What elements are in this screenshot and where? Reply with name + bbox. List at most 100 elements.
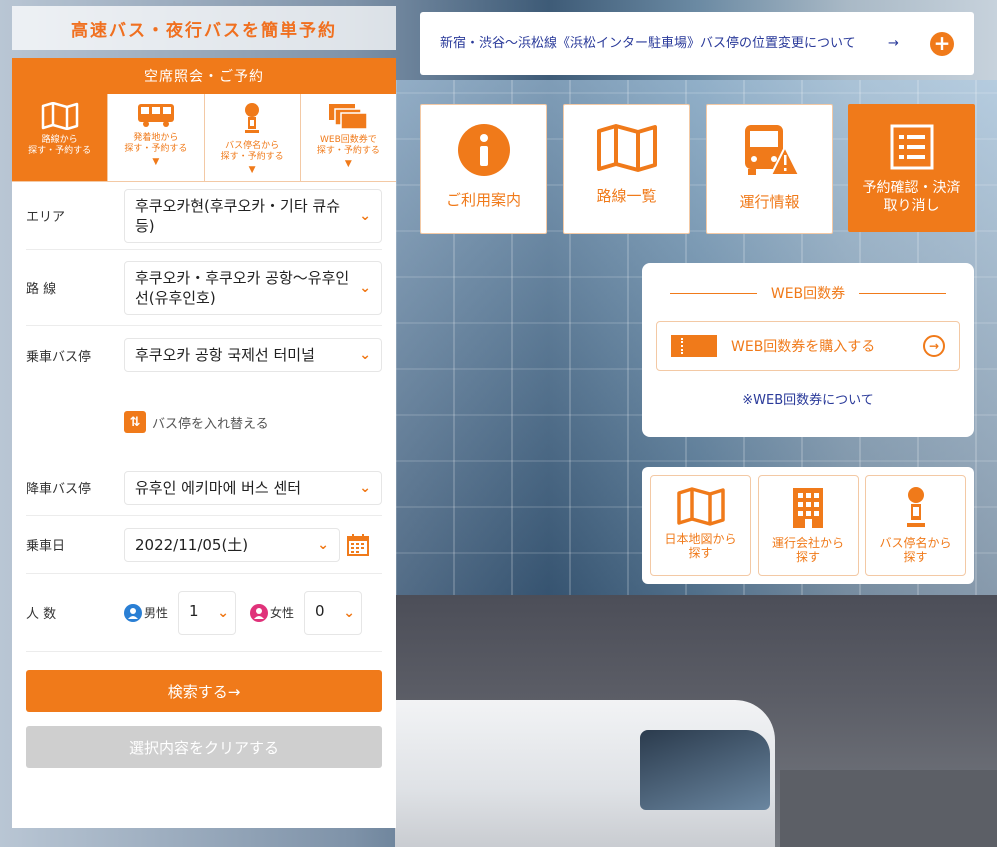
notice-text[interactable]: 新宿・渋谷～浜松線《浜松インター駐車場》バス停の位置変更について	[440, 35, 880, 52]
area-select[interactable]: 후쿠오카현(후쿠오카・기타 큐슈 등) ⌄	[124, 188, 382, 243]
background-road	[780, 770, 997, 847]
chevron-down-icon: ⌄	[359, 479, 371, 496]
alighting-value: 유후인 에키마에 버스 센터	[135, 478, 302, 497]
brand-banner: 高速バス・夜行バスを簡単予約	[12, 6, 396, 50]
map-icon	[676, 487, 725, 526]
tile-japan-map[interactable]: 日本地図から 探す	[650, 475, 751, 576]
web-coupon-title: WEB回数券	[656, 283, 960, 303]
swap-icon: ⇅	[124, 411, 146, 433]
route-row: 路 線 후쿠오카・후쿠오카 공항～유후인선(유후인호) ⌄	[26, 250, 382, 326]
info-icon	[457, 124, 510, 176]
ticket-icon	[671, 335, 717, 357]
search-panel: 空席照会・ご予約 路線から 探す・予約する 発着地から 探す・予約する ▼ バス…	[12, 58, 396, 828]
route-list-button[interactable]: 路線一覧	[563, 104, 690, 234]
tile-bus-stop[interactable]: バス停名から 探す	[865, 475, 966, 576]
circle-arrow-right-icon: →	[923, 335, 945, 357]
alighting-label: 降車バス停	[26, 482, 92, 497]
date-row: 乗車日 2022/11/05(土) ⌄	[26, 516, 382, 574]
reservation-check-label: 予約確認・決済 取り消し	[862, 180, 961, 214]
divider	[859, 292, 947, 294]
tab-route-label: 路線から 探す・予約する	[28, 135, 92, 156]
tab-web-coupon[interactable]: WEB回数券で 探す・予約する ▼	[301, 94, 396, 181]
guide-label: ご利用案内	[445, 191, 521, 209]
female-count-select[interactable]: 0 ⌄	[304, 590, 363, 635]
route-value: 후쿠오카・후쿠오카 공항～유후인선(유후인호)	[135, 268, 350, 307]
chevron-down-icon: ⌄	[359, 345, 371, 365]
guide-button[interactable]: ご利用案内	[420, 104, 547, 234]
tab-route[interactable]: 路線から 探す・予約する	[12, 94, 109, 181]
operation-info-button[interactable]: 運行情報	[706, 104, 833, 234]
chevron-down-icon: ⌄	[359, 207, 371, 224]
caret-down-icon: ▼	[248, 165, 256, 175]
swap-label: バス停を入れ替える	[152, 416, 269, 432]
date-value: 2022/11/05(土)	[135, 535, 249, 554]
tab-origin-destination[interactable]: 発着地から 探す・予約する ▼	[108, 94, 205, 181]
background-bus-window	[640, 730, 770, 810]
operation-info-label: 運行情報	[739, 193, 800, 211]
route-list-label: 路線一覧	[596, 187, 657, 205]
boarding-label: 乗車バス停	[26, 349, 92, 365]
tab-bus-stop[interactable]: バス停名から 探す・予約する ▼	[205, 94, 301, 181]
people-row: 人 数 男性 1 ⌄ 女性 0 ⌄	[26, 574, 382, 652]
notice-banner[interactable]: 新宿・渋谷～浜松線《浜松インター駐車場》バス停の位置変更について → +	[420, 12, 974, 75]
date-label: 乗車日	[26, 539, 66, 554]
route-label: 路 線	[26, 282, 57, 297]
tab-bus-stop-label: バス停名から 探す・予約する	[220, 141, 284, 162]
bus-stop-icon	[906, 487, 925, 527]
bus-warning-icon	[744, 125, 801, 176]
boarding-value: 후쿠오카 공항 국제선 터미널	[135, 346, 315, 364]
clear-button[interactable]: 選択内容をクリアする	[26, 726, 382, 768]
female-count-value: 0	[315, 601, 325, 620]
people-label: 人 数	[26, 607, 57, 622]
tile-operator[interactable]: 運行会社から 探す	[757, 475, 859, 576]
date-select[interactable]: 2022/11/05(土) ⌄	[124, 527, 340, 562]
area-label: エリア	[26, 210, 66, 225]
divider	[670, 292, 757, 294]
caret-down-icon: ▼	[344, 159, 352, 169]
buy-web-coupon-button[interactable]: WEB回数券を購入する →	[656, 321, 960, 371]
male-icon	[124, 603, 142, 622]
boarding-select[interactable]: 후쿠오카 공항 국제선 터미널 ⌄	[124, 338, 382, 372]
tile-bus-stop-label: バス停名から 探す	[879, 536, 952, 564]
buy-web-coupon-label: WEB回数券を購入する	[731, 339, 876, 355]
list-document-icon	[890, 124, 933, 170]
web-coupon-card: WEB回数券 WEB回数券を購入する → ※WEB回数券について	[642, 263, 974, 437]
alighting-select[interactable]: 유후인 에키마에 버스 센터 ⌄	[124, 470, 382, 505]
alighting-row: 降車バス停 유후인 에키마에 버스 센터 ⌄	[26, 460, 382, 516]
search-button[interactable]: 検索する→	[26, 670, 382, 712]
area-value: 후쿠오카현(후쿠오카・기타 큐슈 등)	[135, 196, 341, 235]
chevron-down-icon: ⌄	[343, 604, 356, 621]
about-web-coupon-link[interactable]: ※WEB回数券について	[656, 389, 960, 408]
area-row: エリア 후쿠오카현(후쿠오카・기타 큐슈 등) ⌄	[26, 182, 382, 250]
route-select[interactable]: 후쿠오카・후쿠오카 공항～유후인선(유후인호) ⌄	[124, 260, 382, 315]
map-icon	[596, 124, 657, 172]
male-label-group: 男性	[124, 603, 169, 622]
plus-icon[interactable]: +	[930, 32, 954, 56]
search-tiles: 日本地図から 探す 運行会社から 探す バス停名から 探す	[642, 467, 974, 584]
map-icon	[41, 102, 78, 130]
coupon-tickets-icon	[329, 104, 369, 130]
tile-japan-map-label: 日本地図から 探す	[664, 532, 737, 560]
search-mode-tabs: 路線から 探す・予約する 発着地から 探す・予約する ▼ バス停名から 探す・予…	[12, 94, 396, 182]
chevron-down-icon: ⌄	[317, 536, 329, 553]
building-icon	[793, 488, 823, 528]
male-count-value: 1	[189, 601, 199, 620]
bus-stop-icon	[245, 103, 260, 133]
caret-down-icon: ▼	[152, 157, 160, 167]
tab-web-coupon-label: WEB回数券で 探す・予約する	[316, 135, 380, 156]
bus-icon	[137, 104, 174, 127]
male-label: 男性	[144, 606, 169, 620]
calendar-icon[interactable]	[346, 533, 370, 557]
male-count-select[interactable]: 1 ⌄	[178, 590, 237, 635]
female-label: 女性	[270, 606, 295, 620]
swap-stops-button[interactable]: ⇅ バス停を入れ替える	[26, 384, 382, 460]
tile-operator-label: 運行会社から 探す	[771, 536, 844, 564]
chevron-down-icon: ⌄	[359, 279, 371, 296]
arrow-right-icon: →	[888, 36, 899, 51]
tab-origin-destination-label: 発着地から 探す・予約する	[124, 133, 188, 154]
female-icon	[250, 603, 269, 622]
female-label-group: 女性	[250, 603, 295, 622]
search-form: エリア 후쿠오카현(후쿠오카・기타 큐슈 등) ⌄ 路 線 후쿠오카・후쿠오카 …	[12, 182, 396, 652]
chevron-down-icon: ⌄	[217, 604, 230, 621]
reservation-check-button[interactable]: 予約確認・決済 取り消し	[848, 104, 975, 232]
